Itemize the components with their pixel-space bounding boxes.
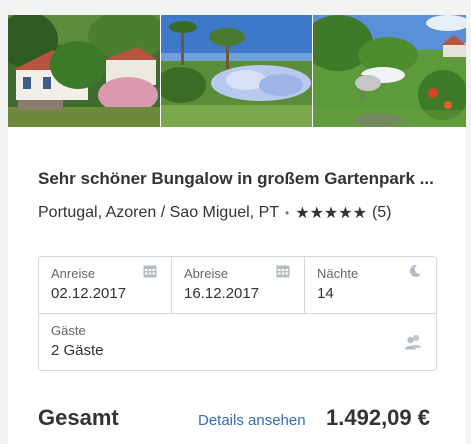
photo-gallery	[8, 15, 466, 127]
guests-value: 2 Gäste	[51, 342, 104, 359]
listing-card: Sehr schöner Bungalow in großem Gartenpa…	[8, 15, 466, 444]
listing-location: Portugal, Azoren / Sao Miguel, PT	[38, 204, 280, 221]
checkout-field[interactable]: Abreise 16.12.2017	[171, 257, 304, 313]
meta-separator: •	[285, 206, 290, 220]
total-price: 1.492,09 €	[326, 405, 430, 430]
checkout-value: 16.12.2017	[184, 285, 260, 302]
listing-title[interactable]: Sehr schöner Bungalow in großem Gartenpa…	[38, 169, 434, 189]
guests-field[interactable]: Gäste 2 Gäste	[39, 314, 436, 371]
users-icon	[404, 334, 422, 355]
photo-garden-path[interactable]	[313, 15, 466, 127]
nights-field: Nächte 14	[304, 257, 436, 313]
listing-meta: Portugal, Azoren / Sao Miguel, PT • ★★★★…	[38, 203, 392, 223]
checkin-value: 02.12.2017	[51, 285, 127, 302]
moon-icon	[408, 264, 422, 283]
guests-label: Gäste	[51, 323, 86, 338]
details-link[interactable]: Details ansehen	[198, 412, 306, 429]
rating-stars: ★★★★★	[295, 205, 367, 222]
review-count[interactable]: (5)	[372, 204, 392, 222]
checkin-field[interactable]: Anreise 02.12.2017	[39, 257, 171, 313]
total-label: Gesamt	[38, 405, 119, 430]
photo-cottage[interactable]	[8, 15, 160, 127]
photo-hydrangeas[interactable]	[161, 15, 312, 127]
calendar-icon	[143, 264, 157, 283]
nights-value: 14	[317, 285, 334, 302]
calendar-icon	[276, 264, 290, 283]
booking-summary: Anreise 02.12.2017 Abreise 16.12.2017 Nä…	[38, 256, 437, 371]
